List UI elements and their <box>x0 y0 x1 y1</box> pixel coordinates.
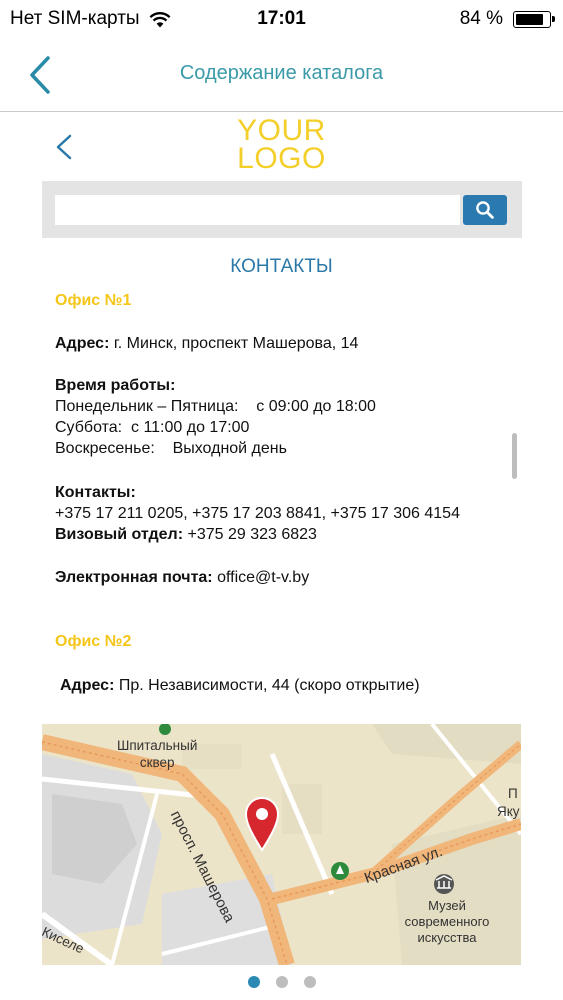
page-dot[interactable] <box>275 976 288 988</box>
map-label-edge-1: П <box>508 786 518 801</box>
battery-fill <box>516 13 543 25</box>
visa-label: Визовый отдел: <box>55 526 184 543</box>
battery-group: 84 % <box>459 8 555 30</box>
address-value: г. Минск, проспект Машерова, 14 <box>109 335 359 352</box>
navigation-bar: Содержание каталога <box>0 38 563 112</box>
park-label-line-2: сквер <box>139 755 175 770</box>
office-1-hours-sunday: Воскресенье: Выходной день <box>55 440 287 457</box>
hours-label: Время работы: <box>55 377 176 394</box>
section-title: КОНТАКТЫ <box>230 256 333 277</box>
map-label-museum: Музей современного искусства <box>392 898 502 946</box>
logo: YOUR LOGO <box>0 114 563 175</box>
search-bar <box>42 181 522 238</box>
office-1-address: Адрес: г. Минск, проспект Машерова, 14 <box>55 335 358 353</box>
map-label-park: Шпитальный сквер <box>117 737 197 771</box>
office-1-hours-saturday: Суббота: с 11:00 до 17:00 <box>55 419 250 436</box>
wifi-icon <box>149 12 171 28</box>
address-value: Пр. Независимости, 44 (скоро открытие) <box>114 677 420 694</box>
page-dot[interactable] <box>247 976 260 988</box>
scrollbar[interactable] <box>512 433 517 479</box>
page-dot[interactable] <box>303 976 316 988</box>
search-input[interactable] <box>55 195 460 225</box>
museum-label-line-2: современного <box>404 914 490 929</box>
email-link[interactable]: office@t-v.by <box>213 569 309 586</box>
visa-phone[interactable]: +375 29 323 6823 <box>183 526 316 543</box>
office-1-hours-weekdays: Понедельник – Пятница: с 09:00 до 18:00 <box>55 398 376 415</box>
contacts-label: Контакты: <box>55 484 136 501</box>
museum-label-line-3: искусства <box>417 930 477 945</box>
search-icon <box>476 201 494 219</box>
status-bar: Нет SIM-карты 17:01 84 % <box>0 0 563 38</box>
office-1-visa: Визовый отдел: +375 29 323 6823 <box>55 526 317 544</box>
logo-line-2: LOGO <box>237 142 326 175</box>
office-2-address: Адрес: Пр. Независимости, 44 (скоро откр… <box>60 677 420 695</box>
search-button[interactable] <box>463 195 507 225</box>
battery-icon <box>513 10 555 28</box>
email-label: Электронная почта: <box>55 569 213 586</box>
address-label: Адрес: <box>60 677 115 694</box>
office-1-hours-label: Время работы: <box>55 377 175 395</box>
museum-label-line-1: Музей <box>428 898 466 913</box>
office-1-phones[interactable]: +375 17 211 0205, +375 17 203 8841, +375… <box>55 505 460 523</box>
map-label-edge-2: Яку <box>497 804 520 819</box>
carrier-label: Нет SIM-карты <box>10 8 140 29</box>
battery-percent: 84 % <box>459 8 503 29</box>
page-indicator <box>0 976 563 988</box>
address-label: Адрес: <box>55 335 110 352</box>
back-chevron-icon[interactable] <box>22 52 62 98</box>
park-label-line-1: Шпитальный <box>117 738 198 753</box>
carrier-group: Нет SIM-карты <box>10 8 172 30</box>
logo-line-1: YOUR <box>237 114 326 147</box>
nav-title: Содержание каталога <box>179 62 384 84</box>
office-1-email: Электронная почта: office@t-v.by <box>55 569 309 587</box>
office-1-title: Офис №1 <box>55 292 132 309</box>
office-1-contacts-label: Контакты: <box>55 484 136 502</box>
office-2-title: Офис №2 <box>55 633 132 650</box>
map[interactable]: Шпитальный сквер просп. Машерова Красная… <box>42 724 521 965</box>
